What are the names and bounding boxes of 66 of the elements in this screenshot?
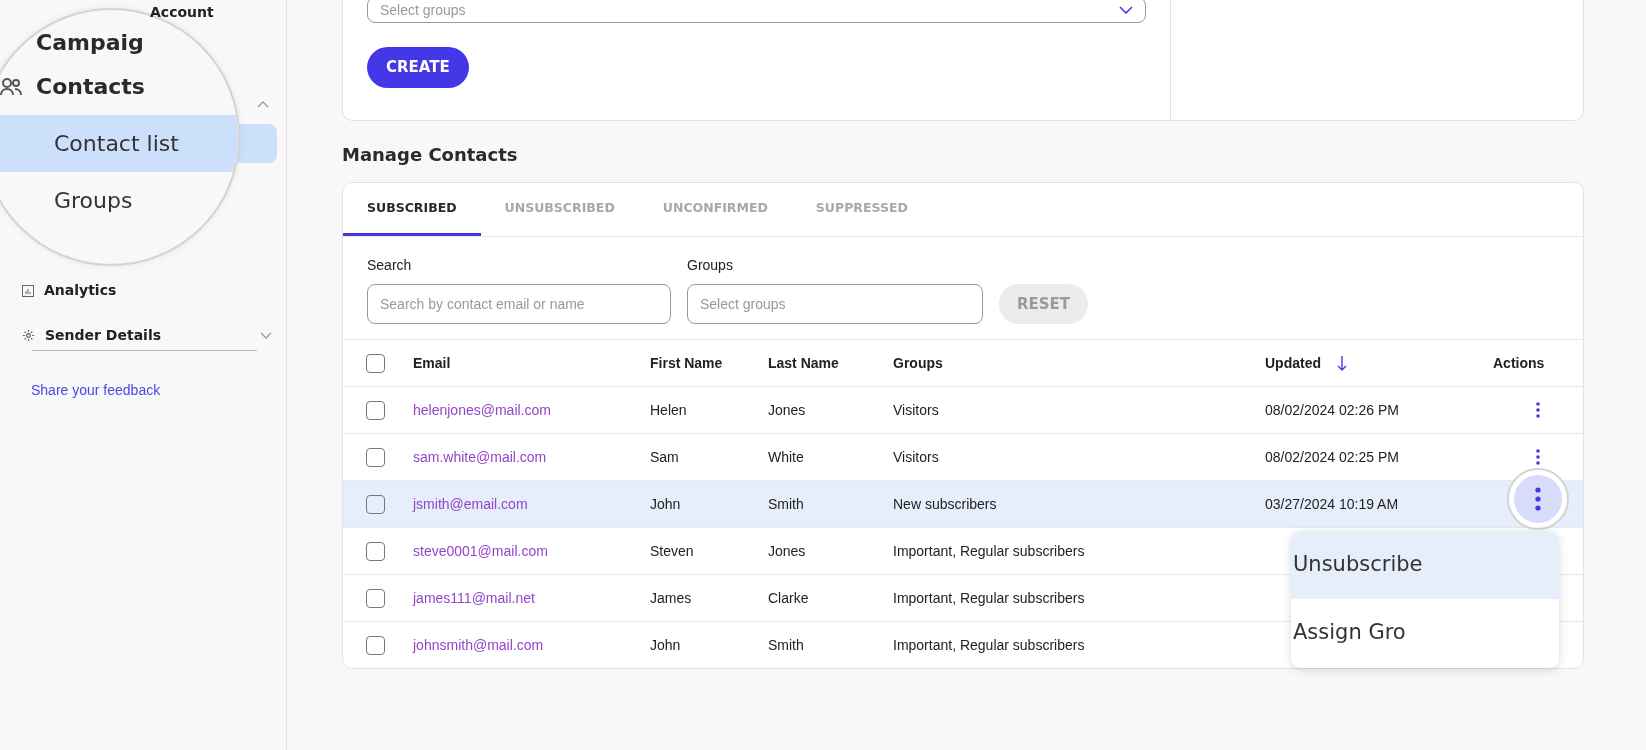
- table-cell-text: 08/02/2024 02:26 PM: [1265, 400, 1400, 420]
- row-checkbox[interactable]: [366, 494, 385, 514]
- groups-field[interactable]: Select groups: [687, 284, 983, 325]
- table-cell-text: Important, Regular subscribers: [893, 635, 1086, 655]
- sidebar-item[interactable]: Analytics: [22, 280, 117, 301]
- feedback-link[interactable]: Share your feedback: [31, 380, 161, 401]
- sidebar-item[interactable]: Contact list: [0, 115, 238, 172]
- table-cell-text: New subscribers: [893, 494, 998, 514]
- column-header[interactable]: Updated: [1265, 352, 1321, 374]
- chart-icon: [22, 284, 34, 297]
- sort-arrow-icon: [1337, 355, 1347, 372]
- table-cell-text: Jones: [768, 400, 807, 420]
- more-button[interactable]: [1514, 474, 1562, 523]
- table-cell-text: Smith: [768, 494, 805, 514]
- search-field[interactable]: Search by contact email or name: [367, 284, 671, 325]
- section-title: Manage Contacts: [342, 142, 519, 167]
- table-cell-text: James: [650, 588, 693, 608]
- menu-item[interactable]: Assign Gro: [1291, 598, 1559, 667]
- sidebar-item[interactable]: Groups: [0, 172, 238, 229]
- email-link[interactable]: helenjones@mail.com: [413, 399, 650, 421]
- email-link[interactable]: steve0001@mail.com: [413, 540, 650, 562]
- email-link[interactable]: sam.white@mail.com: [413, 446, 650, 468]
- tab[interactable]: SUBSCRIBED: [343, 182, 481, 237]
- chevron-icon: [1119, 6, 1133, 14]
- table-cell-text: Helen: [650, 400, 688, 420]
- field-label: Search: [367, 256, 413, 276]
- contacts-nav-item[interactable]: Contacts: [0, 70, 238, 103]
- email-link[interactable]: james111@mail.net: [413, 587, 650, 609]
- row-checkbox[interactable]: [366, 541, 385, 561]
- table-cell-text: Clarke: [768, 588, 810, 608]
- kebab-icon: [1535, 486, 1541, 511]
- row-checkbox[interactable]: [366, 447, 385, 467]
- select-all-checkbox[interactable]: [366, 353, 385, 373]
- table-cell-text: White: [768, 447, 805, 467]
- back-link[interactable]: Account: [150, 2, 214, 23]
- table-cell-text: John: [650, 494, 682, 514]
- column-header: Email: [413, 353, 452, 373]
- row-checkbox[interactable]: [366, 588, 385, 608]
- email-link[interactable]: jsmith@email.com: [413, 493, 650, 515]
- table-cell-text: 03/27/2024 10:19 AM: [1265, 494, 1400, 514]
- create-button[interactable]: CREATE: [367, 47, 469, 88]
- field-label: Groups: [687, 256, 734, 276]
- email-link[interactable]: johnsmith@mail.com: [413, 634, 650, 656]
- table-cell-text: John: [650, 635, 682, 655]
- menu-item[interactable]: Unsubscribe: [1291, 530, 1559, 599]
- kebab-icon: [1536, 449, 1540, 466]
- table-cell-text: Important, Regular subscribers: [893, 541, 1086, 561]
- row-checkbox[interactable]: [366, 635, 385, 655]
- table-cell-text: Smith: [768, 635, 805, 655]
- table-cell-text: Visitors: [893, 400, 940, 420]
- table-cell-text: Sam: [650, 447, 680, 467]
- nav-heading[interactable]: Campaig: [36, 32, 144, 54]
- table-cell-text: 08/02/2024 02:25 PM: [1265, 447, 1400, 467]
- people-icon: [0, 76, 22, 97]
- gear-icon: [22, 329, 35, 342]
- column-header: Actions: [1493, 353, 1546, 373]
- sidebar-item[interactable]: Sender Details: [22, 325, 162, 346]
- column-header: Groups: [893, 353, 944, 373]
- table-cell-text: Important, Regular subscribers: [893, 588, 1086, 608]
- table-cell-text: Visitors: [893, 447, 940, 467]
- column-header: Last Name: [768, 353, 840, 373]
- row-checkbox[interactable]: [366, 400, 385, 420]
- column-header: First Name: [650, 353, 724, 373]
- kebab-icon: [1536, 402, 1540, 419]
- table-cell-text: Steven: [650, 541, 695, 561]
- table-cell-text: Jones: [768, 541, 807, 561]
